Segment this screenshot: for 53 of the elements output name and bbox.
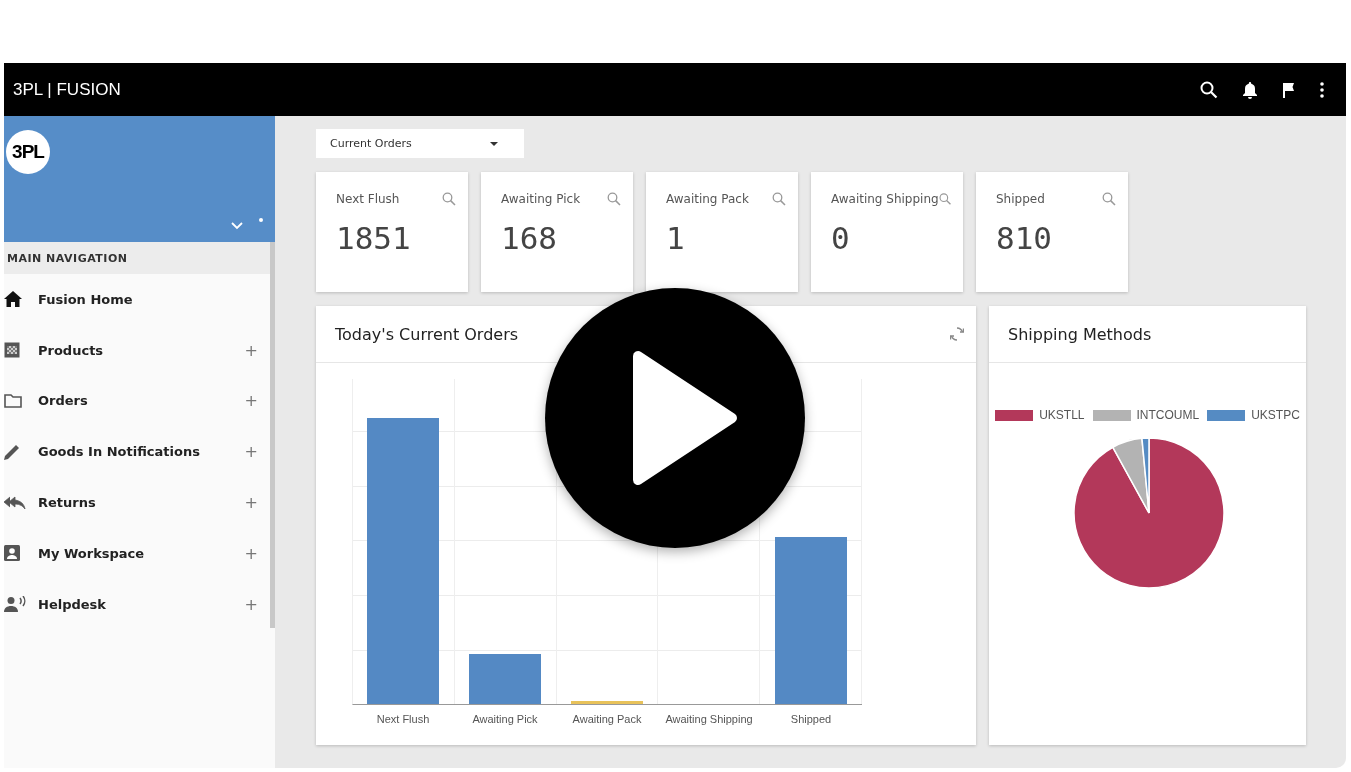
person-speaking-icon xyxy=(4,596,26,613)
stat-value: 168 xyxy=(501,220,558,256)
bar xyxy=(571,700,643,704)
flag-icon[interactable] xyxy=(1282,81,1296,98)
axis-label: Awaiting Pick xyxy=(471,713,539,725)
nav-item[interactable]: Fusion Home xyxy=(4,274,270,325)
nav-item[interactable]: Helpdesk + xyxy=(4,578,270,630)
stat-value: 1851 xyxy=(336,220,412,256)
notifications-bell-icon[interactable] xyxy=(1242,80,1258,99)
panel-title: Today's Current Orders xyxy=(335,324,519,344)
axis-label: Awaiting Shipping xyxy=(664,713,754,725)
home-icon xyxy=(4,291,22,308)
panel-title: Shipping Methods xyxy=(1008,324,1152,344)
stat-label: Awaiting Pack xyxy=(666,192,749,206)
stat-label: Next Flush xyxy=(336,192,400,206)
nav-item[interactable]: Returns + xyxy=(4,477,270,528)
nav-item[interactable]: Products + xyxy=(4,324,270,376)
reply-all-icon xyxy=(4,495,26,510)
stat-value: 1 xyxy=(666,220,686,256)
legend-label: UKSTLL xyxy=(1039,408,1085,422)
nav-section-header: MAIN NAVIGATION xyxy=(4,242,270,274)
expand-icon[interactable]: + xyxy=(244,391,258,411)
play-icon xyxy=(633,348,739,488)
axis-label: Awaiting Pack xyxy=(571,713,643,725)
nav-item[interactable]: Goods In Notifications + xyxy=(4,426,270,478)
expand-icon[interactable]: + xyxy=(244,442,258,462)
search-icon[interactable] xyxy=(1200,80,1218,99)
app-title: 3PL | FUSION xyxy=(13,79,121,100)
view-dropdown[interactable]: Current Orders xyxy=(316,129,524,158)
axis-label: Next Flush xyxy=(375,713,431,725)
scrollbar[interactable] xyxy=(270,242,275,628)
folder-icon xyxy=(4,394,22,408)
nav-item[interactable]: My Workspace + xyxy=(4,528,270,579)
axis-label: Shipped xyxy=(789,713,833,725)
grid-icon xyxy=(4,342,20,359)
stat-value: 0 xyxy=(831,220,851,256)
legend-label: UKSTPC xyxy=(1251,408,1300,422)
expand-icon[interactable]: + xyxy=(244,543,258,563)
stat-value: 810 xyxy=(996,220,1053,256)
nav-item[interactable]: Orders + xyxy=(4,375,270,427)
legend-label: INTCOUML xyxy=(1136,408,1200,422)
stat-label: Awaiting Shipping xyxy=(831,192,939,206)
stat-label: Shipped xyxy=(996,192,1045,206)
expand-icon[interactable]: + xyxy=(244,594,258,614)
expand-icon[interactable]: + xyxy=(244,340,258,360)
pencil-icon xyxy=(4,443,20,460)
stat-label: Awaiting Pick xyxy=(501,192,581,206)
caret-icon xyxy=(490,141,498,146)
dot-icon xyxy=(259,218,263,222)
more-menu-icon[interactable] xyxy=(1320,81,1324,98)
expand-icon[interactable]: + xyxy=(244,493,258,513)
chevron-down-icon[interactable] xyxy=(231,222,243,230)
company-logo: 3PL xyxy=(6,130,50,174)
